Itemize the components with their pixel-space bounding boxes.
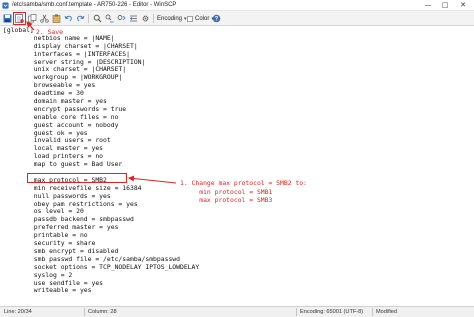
encoding-label: Encoding xyxy=(157,15,183,22)
text-editor-area[interactable]: [global] netbios name = |NAME| display c… xyxy=(0,26,474,306)
color-label: Color xyxy=(195,15,210,22)
clipboard-icon xyxy=(52,14,61,23)
status-divider xyxy=(372,308,373,316)
undo-button[interactable] xyxy=(63,13,74,24)
svg-text:?: ? xyxy=(215,17,219,23)
color-dropdown[interactable]: Color ▾ xyxy=(187,13,214,24)
preferences-button[interactable] xyxy=(140,13,151,24)
winscp-app-icon xyxy=(2,2,9,9)
toolbar-separator xyxy=(88,14,89,23)
find-button[interactable] xyxy=(92,13,103,24)
find-next-icon xyxy=(117,15,126,21)
go-to-line-icon xyxy=(130,15,137,22)
replace-icon xyxy=(105,14,114,23)
code-line[interactable]: map to guest = Bad User xyxy=(3,160,199,169)
cut-button[interactable] xyxy=(39,13,50,24)
maximize-button[interactable]: □ xyxy=(437,1,453,10)
gear-icon xyxy=(142,15,149,22)
status-column-position: Column: 28 xyxy=(88,309,117,315)
scissors-icon xyxy=(40,14,49,23)
status-bar: Line: 20/34 Column: 28 Encoding: 65001 (… xyxy=(0,306,474,317)
max-protocol-highlight xyxy=(27,173,127,183)
encoding-dropdown[interactable]: Encoding ▾ xyxy=(157,13,187,24)
window-title: /etc/samba/smb.conf.template - AR750-226… xyxy=(12,2,177,8)
minimize-button[interactable]: — xyxy=(420,1,436,10)
status-divider xyxy=(296,308,297,316)
copy-button[interactable] xyxy=(27,13,38,24)
undo-icon xyxy=(64,15,72,22)
find-next-button[interactable] xyxy=(116,13,127,24)
save-icon xyxy=(3,14,12,23)
replace-button[interactable] xyxy=(104,13,115,24)
save-button-highlight xyxy=(13,12,26,25)
paste-button[interactable] xyxy=(51,13,62,24)
search-icon xyxy=(93,14,102,23)
status-line-position: Line: 20/34 xyxy=(4,309,32,315)
help-button[interactable]: ? xyxy=(211,13,222,24)
editor-toolbar: Encoding ▾ Color ▾ ? xyxy=(0,11,474,26)
close-button[interactable]: ✕ xyxy=(455,1,471,10)
title-bar: /etc/samba/smb.conf.template - AR750-226… xyxy=(0,0,474,11)
status-modified: Modified xyxy=(376,309,398,315)
help-icon: ? xyxy=(212,14,221,23)
copy-icon xyxy=(28,14,37,23)
go-to-line-button[interactable] xyxy=(128,13,139,24)
code-text[interactable]: [global] netbios name = |NAME| display c… xyxy=(3,26,199,295)
toolbar-separator xyxy=(153,14,154,23)
save-button[interactable] xyxy=(2,13,13,24)
color-swatch-icon xyxy=(187,15,193,22)
redo-button[interactable] xyxy=(75,13,86,24)
change-instruction-note: 1. Change max protocol = SMB2 to: min pr… xyxy=(180,179,307,204)
code-line[interactable]: writeable = yes xyxy=(3,286,199,295)
status-divider xyxy=(84,308,85,316)
status-encoding: Encoding: 65001 (UTF-8) xyxy=(300,309,364,315)
redo-icon xyxy=(77,15,85,22)
save-instruction-note: 2. Save xyxy=(36,28,63,36)
